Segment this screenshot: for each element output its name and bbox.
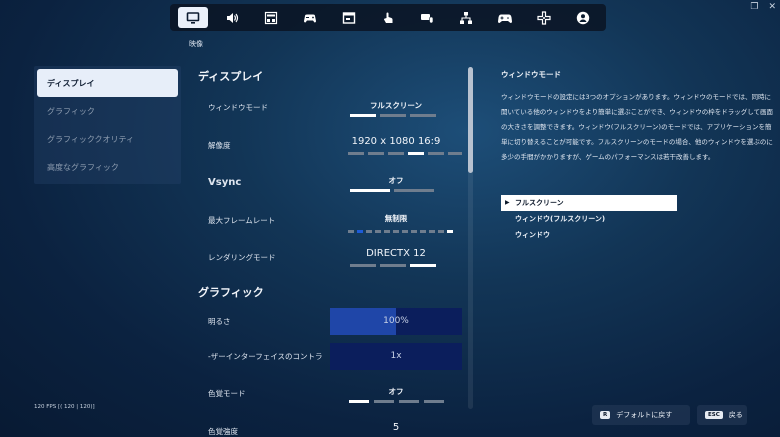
tab-network[interactable] <box>451 7 481 28</box>
option-windowed-fullscreen[interactable]: ウィンドウ(フルスクリーン) <box>501 211 677 227</box>
category-tab-bar <box>170 4 606 31</box>
setting-label: 色覚強度 <box>208 427 238 436</box>
close-button[interactable]: ✕ <box>768 2 776 12</box>
sidebar-item-display[interactable]: ディスプレイ <box>37 69 178 97</box>
sliders-icon <box>265 11 278 24</box>
keyboard-mouse-icon <box>420 13 434 23</box>
setting-max-framerate[interactable]: 最大フレームレート 無制限 <box>190 203 462 239</box>
setting-value: オフ <box>388 176 404 185</box>
restore-button[interactable]: ❐ <box>750 2 758 12</box>
option-label: ウィンドウ(フルスクリーン) <box>515 215 606 223</box>
ui-contrast-slider[interactable]: 1x <box>330 343 462 370</box>
option-indicator <box>349 400 444 403</box>
tab-caption: 映像 <box>189 40 203 48</box>
reset-defaults-label: デフォルトに戻す <box>616 411 673 419</box>
key-hint-esc: ESC <box>705 411 723 419</box>
setting-value: 1920 x 1080 16:9 <box>351 136 441 147</box>
option-indicator <box>348 230 453 233</box>
setting-color-vision-strength[interactable]: 色覚強度 5 <box>190 414 462 437</box>
tab-hud[interactable] <box>334 7 364 28</box>
setting-label: ウィンドウモード <box>208 103 268 112</box>
option-list: ▶ フルスクリーン ウィンドウ(フルスクリーン) ウィンドウ <box>501 195 677 243</box>
tab-game-settings[interactable] <box>256 7 286 28</box>
settings-list: ディスプレイ ウィンドウモード フルスクリーン 解像度 1920 x 1080 … <box>190 58 462 437</box>
setting-color-vision-mode[interactable]: 色覚モード オフ <box>190 376 462 412</box>
setting-label: Vsync <box>208 177 242 188</box>
description-text: ウィンドウモードの設定には3つのオプションがあります。ウィンドウのモードでは、同… <box>501 93 774 161</box>
tab-video[interactable] <box>178 7 209 28</box>
sidebar-item-graphics[interactable]: グラフィック <box>37 97 178 125</box>
touch-icon <box>383 12 393 23</box>
setting-value: 無制限 <box>384 214 408 223</box>
setting-value: DIRECTX 12 <box>366 248 426 259</box>
tab-controller[interactable] <box>295 7 325 28</box>
slider-value: 1x <box>390 351 402 361</box>
tab-keyboard-mouse[interactable] <box>412 7 442 28</box>
network-icon <box>459 11 472 24</box>
option-fullscreen[interactable]: ▶ フルスクリーン <box>501 195 677 211</box>
monitor-icon <box>187 11 200 24</box>
gamepad-icon <box>497 14 512 23</box>
fps-counter: 120 FPS [( 120 | 120)] <box>34 404 95 410</box>
selected-arrow-icon: ▶ <box>505 199 510 206</box>
slider-value: 100% <box>383 316 409 326</box>
description-title: ウィンドウモード <box>501 70 561 79</box>
setting-rendering-mode[interactable]: レンダリングモード DIRECTX 12 <box>190 240 462 276</box>
setting-value: オフ <box>388 387 404 396</box>
setting-ui-contrast[interactable]: -ザーインターフェイスのコントラ 1x <box>190 339 462 375</box>
dpad-icon <box>537 10 551 25</box>
account-icon <box>576 11 589 24</box>
reset-defaults-button[interactable]: R デフォルトに戻す <box>592 405 690 425</box>
option-indicator <box>350 114 436 117</box>
setting-window-mode[interactable]: ウィンドウモード フルスクリーン <box>190 90 462 126</box>
setting-label: 最大フレームレート <box>208 216 276 225</box>
tab-account[interactable] <box>568 7 598 28</box>
setting-label: 色覚モード <box>208 389 246 398</box>
option-indicator <box>348 152 462 155</box>
setting-label: -ザーインターフェイスのコントラ <box>208 352 323 361</box>
tab-audio[interactable] <box>217 7 247 28</box>
hud-window-icon <box>342 11 356 24</box>
setting-label: 解像度 <box>208 141 231 150</box>
tab-gamepad[interactable] <box>490 7 520 28</box>
setting-value: フルスクリーン <box>369 101 423 110</box>
setting-resolution[interactable]: 解像度 1920 x 1080 16:9 <box>190 128 462 164</box>
key-hint-r: R <box>600 411 611 419</box>
section-title-display: ディスプレイ <box>198 70 264 83</box>
setting-brightness[interactable]: 明るさ 100% <box>190 304 462 340</box>
settings-scrollbar[interactable] <box>468 67 473 409</box>
option-indicator <box>350 189 434 192</box>
section-title-graphics: グラフィック <box>198 286 264 299</box>
brightness-slider[interactable]: 100% <box>330 308 462 335</box>
speaker-icon <box>227 12 239 23</box>
tab-touch[interactable] <box>373 7 403 28</box>
option-label: フルスクリーン <box>515 199 564 207</box>
back-button[interactable]: ESC 戻る <box>697 405 747 425</box>
option-windowed[interactable]: ウィンドウ <box>501 227 677 243</box>
window-controls: ❐ ✕ <box>750 2 776 12</box>
setting-vsync[interactable]: Vsync オフ <box>190 165 462 201</box>
tab-dpad[interactable] <box>529 7 559 28</box>
settings-sidebar: ディスプレイ グラフィック グラフィッククオリティ 高度なグラフィック <box>34 66 181 184</box>
setting-value: 5 <box>392 422 400 433</box>
option-indicator <box>350 264 436 267</box>
sidebar-item-graphics-quality[interactable]: グラフィッククオリティ <box>37 125 178 153</box>
sidebar-item-advanced-graphics[interactable]: 高度なグラフィック <box>37 153 178 181</box>
scrollbar-thumb[interactable] <box>468 67 473 173</box>
controller-icon <box>304 14 317 22</box>
option-label: ウィンドウ <box>515 231 550 239</box>
back-label: 戻る <box>728 411 743 419</box>
setting-label: レンダリングモード <box>208 253 276 262</box>
setting-label: 明るさ <box>208 317 231 326</box>
